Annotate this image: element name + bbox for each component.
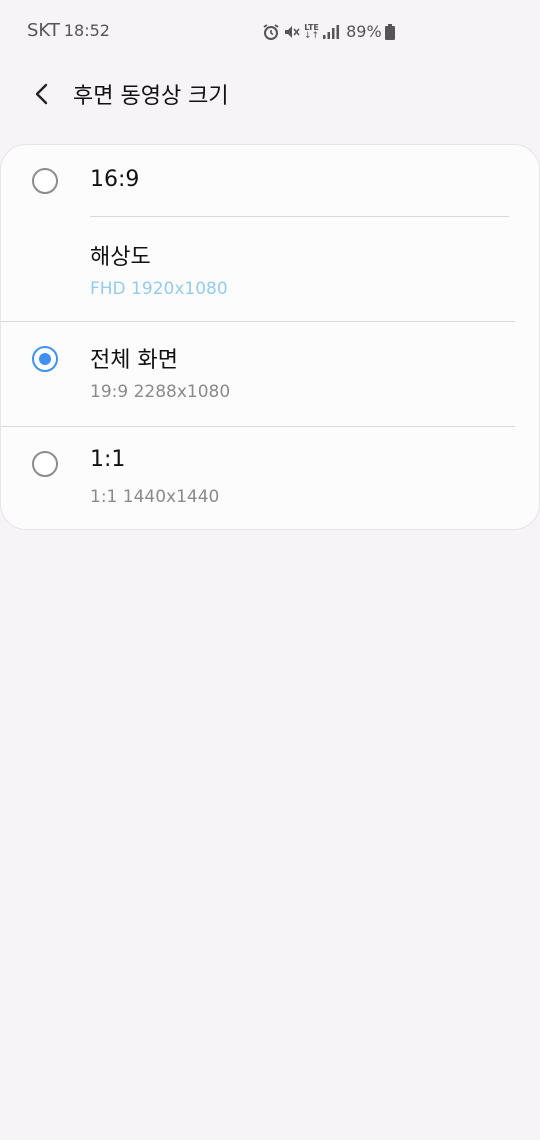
- option-subtitle: 19:9 2288x1080: [90, 382, 231, 402]
- status-icons: LTE ↓↑ 89%: [262, 22, 395, 41]
- battery-percentage: 89%: [346, 22, 382, 41]
- lte-icon: LTE ↓↑: [304, 23, 320, 41]
- carrier-label: SKT: [27, 20, 60, 41]
- radio-button-checked[interactable]: [32, 346, 58, 372]
- page-title: 후면 동영상 크기: [73, 84, 229, 109]
- option-title: 1:1: [90, 447, 126, 472]
- back-button[interactable]: [22, 76, 62, 116]
- radio-button[interactable]: [32, 168, 58, 194]
- option-1-1[interactable]: 1:1 1:1 1440x1440: [1, 427, 540, 531]
- chevron-left-icon: [32, 82, 52, 110]
- signal-icon: [322, 24, 340, 40]
- options-card: 16:9 해상도 FHD 1920x1080 전체 화면 19:9 2288x1…: [0, 144, 540, 530]
- option-title: 전체 화면: [90, 348, 178, 373]
- option-subtitle: 1:1 1440x1440: [90, 487, 220, 507]
- status-left: SKT 18:52: [27, 20, 110, 41]
- status-time: 18:52: [63, 21, 110, 40]
- option-resolution[interactable]: 해상도 FHD 1920x1080: [1, 217, 540, 321]
- mute-icon: [283, 23, 301, 41]
- alarm-icon: [262, 23, 280, 41]
- status-bar: SKT 18:52 LTE ↓↑ 89%: [0, 0, 540, 66]
- option-title: 16:9: [90, 167, 140, 192]
- data-arrows-icon: ↓↑: [304, 30, 320, 41]
- battery-icon: [384, 23, 395, 40]
- option-title: 해상도: [90, 245, 151, 270]
- option-subtitle: FHD 1920x1080: [90, 279, 228, 299]
- app-header: 후면 동영상 크기: [0, 66, 540, 122]
- option-16-9[interactable]: 16:9: [1, 145, 540, 217]
- option-full-screen[interactable]: 전체 화면 19:9 2288x1080: [1, 322, 540, 426]
- radio-button[interactable]: [32, 451, 58, 477]
